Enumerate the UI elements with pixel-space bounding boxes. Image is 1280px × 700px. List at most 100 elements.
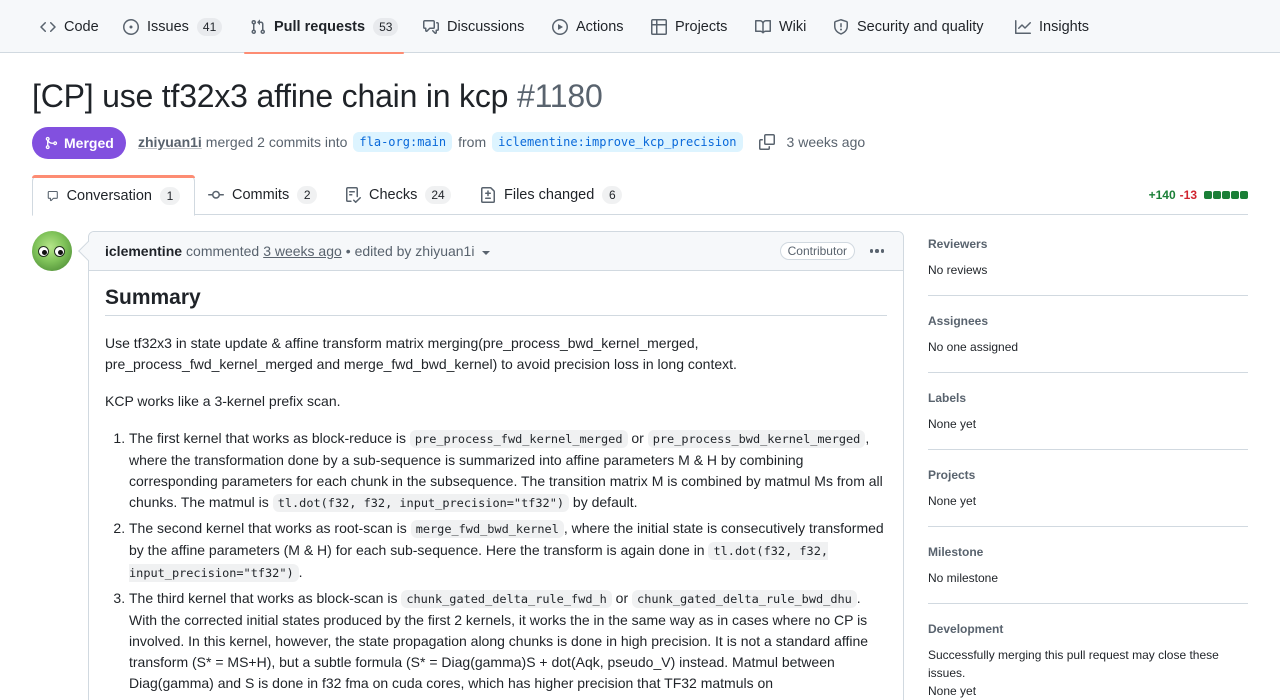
steps-list: The first kernel that works as block-red…: [105, 428, 887, 694]
diffstat-blocks: [1204, 191, 1248, 199]
sidebar-assignees: Assignees No one assigned: [928, 296, 1248, 373]
comment-discussion-icon: [423, 19, 439, 34]
pull-requests-count: 53: [373, 17, 399, 36]
pr-time-ago: 3 weeks ago: [786, 134, 866, 150]
play-icon: [552, 18, 568, 35]
comment-paragraph: KCP works like a 3-kernel prefix scan.: [105, 393, 341, 409]
sidebar-value: Successfully merging this pull request m…: [928, 648, 1219, 680]
issues-count: 41: [196, 17, 223, 36]
inline-code: merge_fwd_bwd_kernel: [410, 520, 564, 538]
list-item: The second kernel that works as root-sca…: [129, 518, 887, 584]
sidebar-title[interactable]: Milestone: [928, 543, 1248, 561]
avatar[interactable]: [32, 231, 72, 271]
nav-actions[interactable]: Actions: [552, 0, 624, 53]
pr-number: #1180: [516, 78, 603, 114]
comment-icon: [47, 190, 58, 201]
nav-issues-label: Issues: [147, 18, 189, 35]
sidebar-value: No reviews: [928, 263, 988, 277]
comment-edited[interactable]: • edited by zhiyuan1i: [346, 243, 475, 259]
diffstat-additions: +140: [1148, 188, 1176, 202]
sidebar-value: None yet: [928, 417, 977, 431]
sidebar-projects: Projects None yet: [928, 450, 1248, 527]
comment-box: iclementine commented 3 weeks ago • edit…: [88, 231, 904, 700]
comment-author[interactable]: iclementine: [105, 243, 182, 259]
tab-commits-label: Commits: [232, 187, 290, 203]
tab-files-changed-count: 6: [602, 186, 623, 204]
checklist-icon: [346, 187, 361, 203]
book-icon: [755, 19, 771, 33]
avatar-eye: [54, 246, 65, 257]
nav-security-label: Security and quality: [857, 18, 984, 35]
nav-security[interactable]: Security and quality: [833, 0, 984, 53]
commit-icon: [208, 190, 224, 199]
comment-action: commented: [186, 243, 260, 259]
tab-checks[interactable]: Checks 24: [331, 175, 465, 215]
sidebar-title[interactable]: Reviewers: [928, 235, 1248, 253]
inline-code: pre_process_fwd_kernel_merged: [409, 430, 628, 448]
diffstat-block: [1204, 191, 1212, 199]
chevron-down-icon[interactable]: [482, 250, 491, 255]
nav-discussions[interactable]: Discussions: [423, 0, 524, 53]
nav-projects-label: Projects: [675, 18, 728, 35]
issue-icon: [123, 18, 139, 35]
nav-code[interactable]: Code: [40, 0, 99, 53]
list-item: The third kernel that works as block-sca…: [129, 588, 887, 694]
tab-commits[interactable]: Commits 2: [194, 175, 331, 215]
nav-insights[interactable]: Insights: [1015, 0, 1089, 53]
pr-tabs: Conversation 1 Commits 2 Checks 24 Files…: [0, 175, 1280, 216]
pr-state-label: Merged: [64, 135, 114, 151]
nav-issues[interactable]: Issues 41: [123, 0, 223, 53]
kebab-horizontal-icon[interactable]: [867, 241, 887, 261]
graph-icon: [1015, 19, 1031, 34]
tab-conversation[interactable]: Conversation 1: [32, 175, 195, 216]
tab-checks-label: Checks: [369, 187, 418, 203]
diffstat-block: [1231, 191, 1239, 199]
nav-discussions-label: Discussions: [447, 18, 525, 35]
sidebar-reviewers: Reviewers No reviews: [928, 231, 1248, 296]
list-item: The first kernel that works as block-red…: [129, 428, 887, 514]
nav-code-label: Code: [64, 18, 99, 35]
comment-header: iclementine commented 3 weeks ago • edit…: [89, 232, 903, 271]
sidebar-value: No one assigned: [928, 340, 1019, 354]
sidebar-title[interactable]: Projects: [928, 466, 1248, 484]
diffstat[interactable]: +140 -13: [1149, 188, 1248, 202]
pr-author-link[interactable]: zhiyuan1i: [138, 134, 202, 150]
nav-pull-requests[interactable]: Pull requests 53: [243, 0, 405, 54]
sidebar-title[interactable]: Assignees: [928, 312, 1248, 330]
sidebar-development: Development Successfully merging this pu…: [928, 604, 1248, 700]
tab-conversation-count: 1: [160, 186, 180, 205]
avatar-eye: [38, 246, 49, 257]
copy-icon[interactable]: [758, 134, 775, 150]
inline-code: chunk_gated_delta_rule_bwd_dhu: [632, 590, 857, 608]
pr-sidebar: Reviewers No reviews Assignees No one as…: [928, 231, 1248, 700]
sidebar-title[interactable]: Development: [928, 620, 1248, 638]
nav-insights-label: Insights: [1039, 18, 1089, 35]
diffstat-block: [1240, 191, 1248, 199]
summary-heading: Summary: [105, 287, 887, 316]
table-icon: [651, 18, 667, 35]
head-branch[interactable]: iclementine:improve_kcp_precision: [492, 132, 743, 152]
tab-commits-count: 2: [297, 186, 318, 204]
shield-icon: [834, 18, 848, 35]
nav-wiki[interactable]: Wiki: [755, 0, 806, 53]
comment-paragraph: Use tf32x3 in state update & affine tran…: [105, 335, 737, 372]
tab-files-changed[interactable]: Files changed 6: [466, 175, 636, 215]
pr-merged-text: merged 2 commits into: [205, 134, 348, 150]
diffstat-block: [1213, 191, 1221, 199]
sidebar-labels: Labels None yet: [928, 373, 1248, 450]
comment-time[interactable]: 3 weeks ago: [263, 243, 342, 259]
pull-request-icon: [251, 19, 266, 34]
merged-icon: [45, 136, 58, 150]
nav-wiki-label: Wiki: [779, 18, 807, 35]
base-branch[interactable]: fla-org:main: [353, 132, 453, 152]
nav-projects[interactable]: Projects: [651, 0, 727, 53]
diffstat-block: [1222, 191, 1230, 199]
sidebar-title[interactable]: Labels: [928, 389, 1248, 407]
diffstat-deletions: -13: [1179, 188, 1197, 202]
comment-body: Summary Use tf32x3 in state update & aff…: [89, 271, 903, 700]
inline-code: chunk_gated_delta_rule_fwd_h: [401, 590, 612, 608]
sidebar-value: None yet: [928, 684, 977, 698]
inline-code: tl.dot(f32, f32, input_precision="tf32"): [272, 494, 570, 512]
pr-meta: zhiyuan1i merged 2 commits into fla-org:…: [138, 131, 865, 153]
tab-files-changed-label: Files changed: [504, 187, 595, 203]
